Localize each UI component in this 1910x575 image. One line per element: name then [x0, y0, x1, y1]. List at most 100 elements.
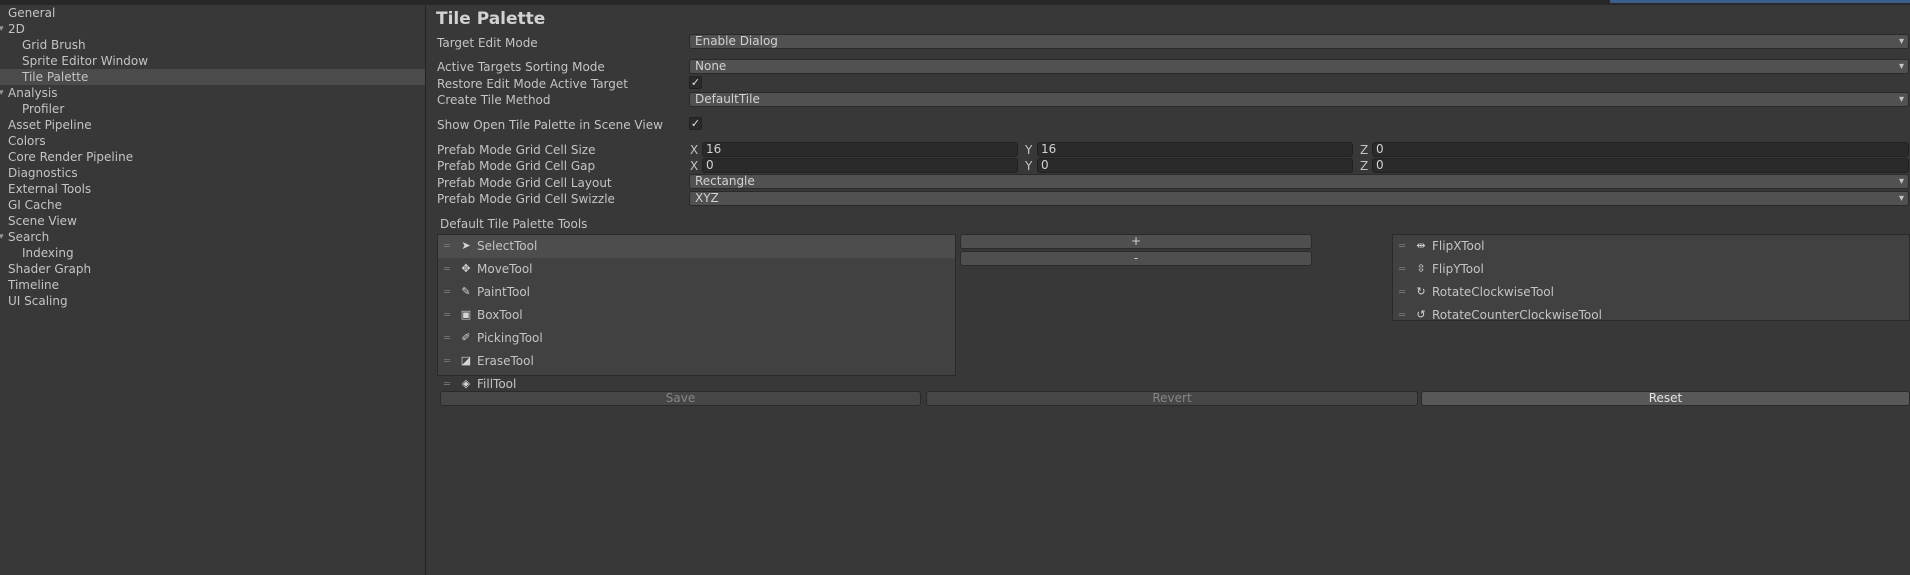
tool-list-item[interactable]: ═ ✥ MoveTool [438, 258, 955, 281]
sidebar-item-label: Tile Palette [22, 70, 89, 84]
drag-handle-icon[interactable]: ═ [1399, 235, 1405, 258]
remove-tool-button[interactable]: - [960, 251, 1312, 266]
sidebar-item-label: Scene View [8, 214, 77, 228]
sidebar-item-label: General [8, 6, 56, 20]
active-targets-sorting-mode-label: Active Targets Sorting Mode [437, 60, 605, 74]
tool-name: SelectTool [477, 239, 538, 253]
sidebar-item-scene-view[interactable]: Scene View [0, 213, 425, 229]
tool-name: RotateClockwiseTool [1432, 285, 1554, 299]
drag-handle-icon[interactable]: ═ [444, 235, 450, 258]
chevron-down-icon: ▾ [1898, 94, 1904, 105]
create-tile-method-label: Create Tile Method [437, 93, 551, 107]
sidebar-item-label: Sprite Editor Window [22, 54, 149, 68]
save-button[interactable]: Save [440, 391, 921, 406]
expand-arrow-icon[interactable]: ▾ [0, 229, 4, 245]
grid-cell-swizzle-value: XYZ [695, 191, 719, 205]
sidebar-item-gi-cache[interactable]: GI Cache [0, 197, 425, 213]
tool-list-item[interactable]: ═ ⇹ FlipXTool [1393, 235, 1909, 258]
preferences-sidebar: General ▾ 2D Grid Brush Sprite Editor Window… [0, 5, 426, 575]
tool-list-item[interactable]: ═ ➤ SelectTool [438, 235, 955, 258]
sidebar-item-label: Asset Pipeline [8, 118, 92, 132]
sidebar-item-indexing[interactable]: Indexing [0, 245, 425, 261]
reset-button[interactable]: Reset [1421, 391, 1910, 406]
drag-handle-icon[interactable]: ═ [444, 327, 450, 350]
sidebar-item-core-render-pipeline[interactable]: Core Render Pipeline [0, 149, 425, 165]
drag-handle-icon[interactable]: ═ [444, 350, 450, 373]
tool-list-item[interactable]: ═ ↻ RotateClockwiseTool [1393, 281, 1909, 304]
flip-y-icon: ⇳ [1416, 262, 1426, 275]
rotate-ccw-icon: ↺ [1416, 308, 1426, 321]
drag-handle-icon[interactable]: ═ [444, 281, 450, 304]
grid-cell-swizzle-dropdown[interactable]: XYZ ▾ [689, 191, 1909, 206]
grid-cell-gap-z-axis-label: Z [1360, 159, 1369, 173]
sidebar-item-diagnostics[interactable]: Diagnostics [0, 165, 425, 181]
tool-name: FlipYTool [1432, 262, 1484, 276]
grid-cell-size-y-field[interactable]: 16 [1037, 142, 1353, 157]
sidebar-item-profiler[interactable]: Profiler [0, 101, 425, 117]
sidebar-item-analysis[interactable]: ▾ Analysis [0, 85, 425, 101]
tool-name: FlipXTool [1432, 239, 1485, 253]
sidebar-item-timeline[interactable]: Timeline [0, 277, 425, 293]
sidebar-item-label: Indexing [22, 246, 74, 260]
sidebar-item-label: Analysis [8, 86, 58, 100]
sidebar-item-external-tools[interactable]: External Tools [0, 181, 425, 197]
grid-cell-gap-y-field[interactable]: 0 [1037, 158, 1353, 173]
grid-cell-gap-label: Prefab Mode Grid Cell Gap [437, 159, 596, 173]
drag-handle-icon[interactable]: ═ [1399, 304, 1405, 327]
show-open-tile-palette-checkbox[interactable]: ✓ [689, 117, 702, 130]
drag-handle-icon[interactable]: ═ [1399, 258, 1405, 281]
target-edit-mode-label: Target Edit Mode [437, 36, 538, 50]
grid-cell-size-x-field[interactable]: 16 [702, 142, 1018, 157]
drag-handle-icon[interactable]: ═ [1399, 281, 1405, 304]
tool-list-item[interactable]: ═ ▣ BoxTool [438, 304, 955, 327]
drag-handle-icon[interactable]: ═ [444, 304, 450, 327]
active-targets-sorting-mode-value: None [695, 59, 727, 73]
revert-button[interactable]: Revert [926, 391, 1418, 406]
tool-list-item[interactable]: ═ ✎ PaintTool [438, 281, 955, 304]
tool-name: EraseTool [477, 354, 534, 368]
eraser-icon: ◪ [460, 354, 472, 367]
grid-cell-size-y-axis-label: Y [1025, 143, 1033, 157]
add-tool-button[interactable]: + [960, 234, 1312, 249]
sidebar-item-colors[interactable]: Colors [0, 133, 425, 149]
expand-arrow-icon[interactable]: ▾ [0, 85, 4, 101]
chevron-down-icon: ▾ [1898, 61, 1904, 72]
page-title: Tile Palette [436, 9, 546, 29]
grid-cell-layout-dropdown[interactable]: Rectangle ▾ [689, 174, 1909, 189]
tool-list-item[interactable]: ═ ↺ RotateCounterClockwiseTool [1393, 304, 1909, 327]
chevron-down-icon: ▾ [1898, 36, 1904, 47]
expand-arrow-icon[interactable]: ▾ [0, 21, 4, 37]
grid-cell-gap-x-field[interactable]: 0 [702, 158, 1018, 173]
target-edit-mode-dropdown[interactable]: Enable Dialog ▾ [689, 34, 1909, 49]
grid-cell-layout-label: Prefab Mode Grid Cell Layout [437, 176, 612, 190]
sidebar-item-general[interactable]: General [0, 5, 425, 21]
move-icon: ✥ [461, 262, 471, 275]
flip-x-icon: ⇹ [1416, 239, 1426, 252]
tile-palette-settings-panel: Tile Palette Target Edit Mode Enable Dia… [426, 5, 1910, 575]
default-tools-label: Default Tile Palette Tools [440, 217, 588, 231]
sidebar-item-grid-brush[interactable]: Grid Brush [0, 37, 425, 53]
sidebar-item-sprite-editor-window[interactable]: Sprite Editor Window [0, 53, 425, 69]
sidebar-item-label: External Tools [8, 182, 92, 196]
box-fill-icon: ▣ [460, 308, 472, 321]
active-targets-sorting-mode-dropdown[interactable]: None ▾ [689, 59, 1909, 74]
create-tile-method-dropdown[interactable]: DefaultTile ▾ [689, 92, 1909, 107]
sidebar-item-2d[interactable]: ▾ 2D [0, 21, 425, 37]
sidebar-item-search[interactable]: ▾ Search [0, 229, 425, 245]
sidebar-item-asset-pipeline[interactable]: Asset Pipeline [0, 117, 425, 133]
sidebar-item-label: GI Cache [8, 198, 62, 212]
grid-cell-size-z-field[interactable]: 0 [1372, 142, 1909, 157]
tool-list-item[interactable]: ═ ◪ EraseTool [438, 350, 955, 373]
create-tile-method-value: DefaultTile [695, 92, 760, 106]
tool-name: RotateCounterClockwiseTool [1432, 308, 1602, 322]
sidebar-item-shader-graph[interactable]: Shader Graph [0, 261, 425, 277]
tool-list-item[interactable]: ═ ✐ PickingTool [438, 327, 955, 350]
sidebar-item-label: Profiler [22, 102, 65, 116]
drag-handle-icon[interactable]: ═ [444, 258, 450, 281]
tool-list-item[interactable]: ═ ⇳ FlipYTool [1393, 258, 1909, 281]
restore-edit-mode-checkbox[interactable]: ✓ [689, 76, 702, 89]
sidebar-item-ui-scaling[interactable]: UI Scaling [0, 293, 425, 309]
sidebar-item-tile-palette[interactable]: Tile Palette [0, 69, 425, 85]
grid-cell-gap-z-field[interactable]: 0 [1372, 158, 1909, 173]
sidebar-item-label: Diagnostics [8, 166, 78, 180]
